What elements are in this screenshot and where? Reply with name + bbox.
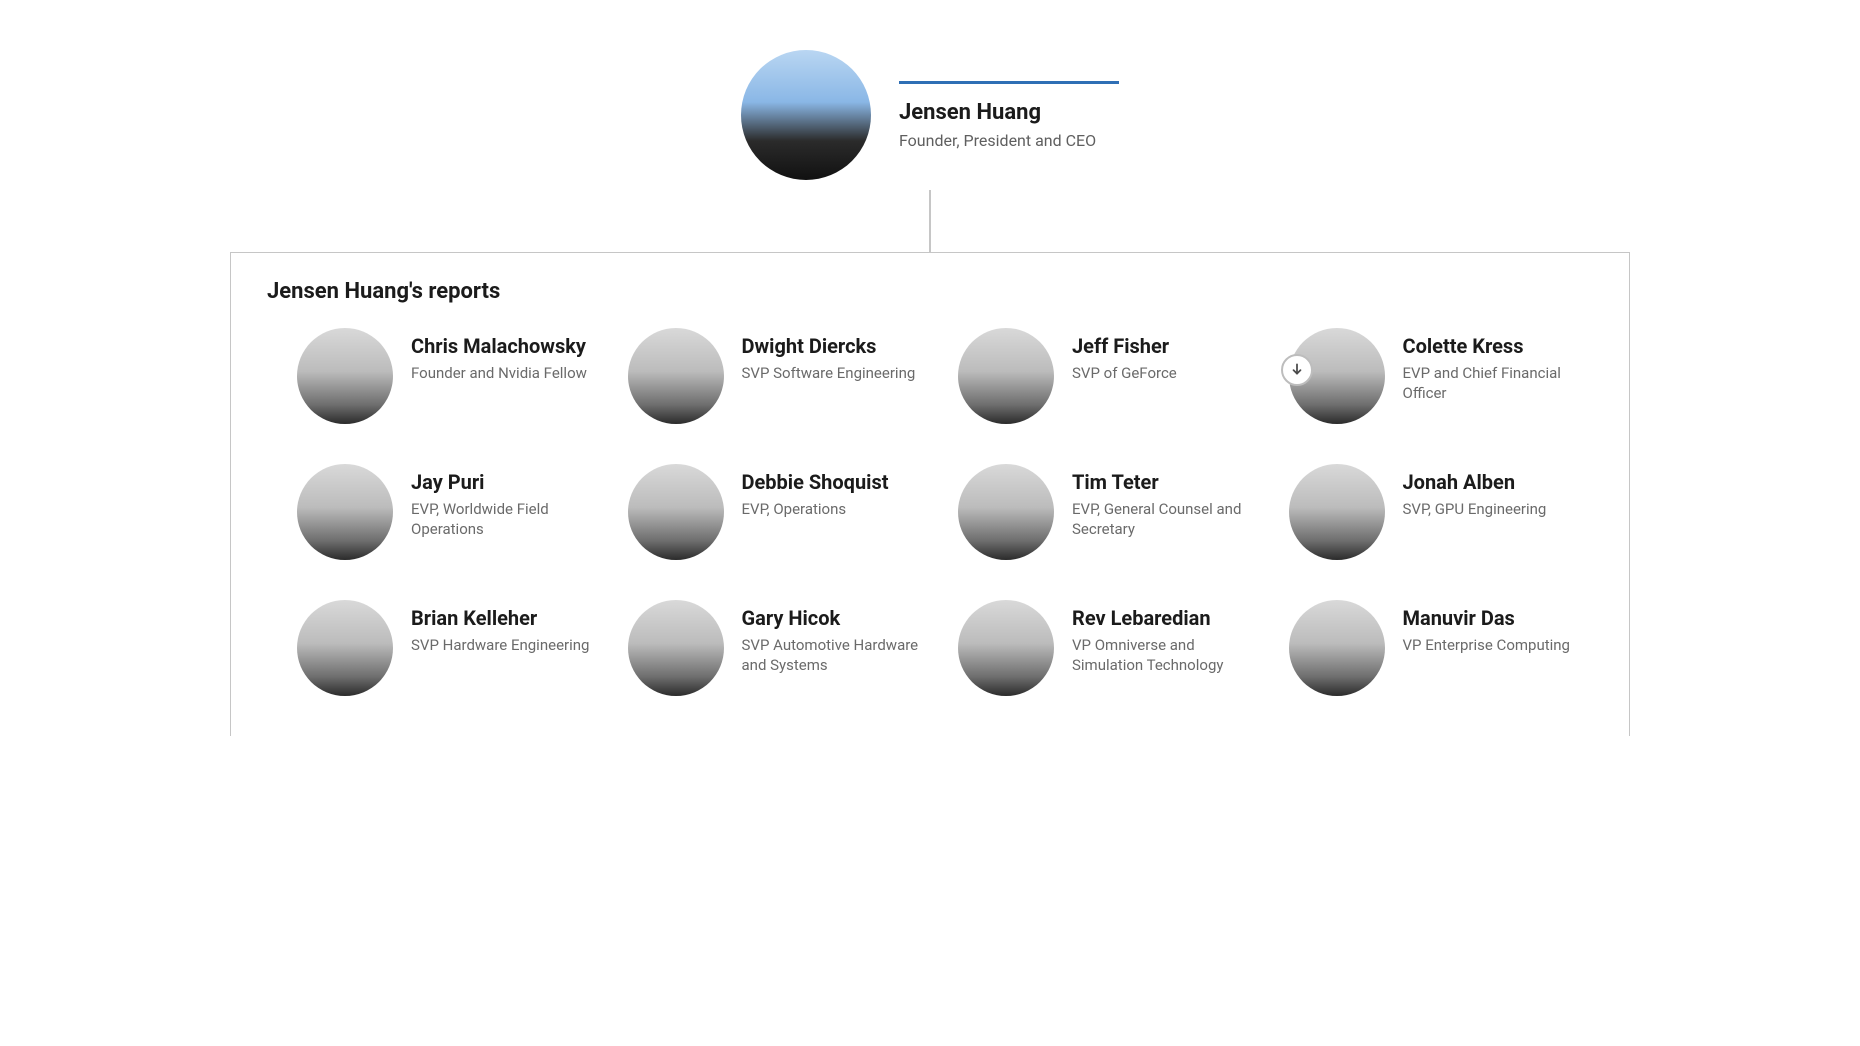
report-name: Rev Lebaredian — [1072, 606, 1262, 631]
report-name: Tim Teter — [1072, 470, 1262, 495]
avatar — [297, 600, 393, 696]
reports-heading: Jensen Huang's reports — [267, 279, 1593, 304]
avatar — [958, 328, 1054, 424]
report-info: Chris Malachowsky Founder and Nvidia Fel… — [411, 328, 587, 383]
avatar — [958, 600, 1054, 696]
report-title: SVP Hardware Engineering — [411, 635, 589, 655]
report-card[interactable]: Rev Lebaredian VP Omniverse and Simulati… — [958, 600, 1263, 696]
report-card[interactable]: Tim Teter EVP, General Counsel and Secre… — [958, 464, 1263, 560]
report-card[interactable]: Dwight Diercks SVP Software Engineering — [628, 328, 933, 424]
avatar — [297, 328, 393, 424]
avatar — [1289, 600, 1385, 696]
report-card[interactable]: Colette Kress EVP and Chief Financial Of… — [1289, 328, 1594, 424]
report-info: Gary Hicok SVP Automotive Hardware and S… — [742, 600, 932, 676]
leader-info: Jensen Huang Founder, President and CEO — [899, 81, 1119, 150]
report-card[interactable]: Chris Malachowsky Founder and Nvidia Fel… — [297, 328, 602, 424]
report-card[interactable]: Jeff Fisher SVP of GeForce — [958, 328, 1263, 424]
reports-container: Jensen Huang's reports Chris Malachowsky… — [230, 252, 1630, 736]
report-name: Gary Hicok — [742, 606, 932, 631]
report-title: SVP Automotive Hardware and Systems — [742, 635, 932, 676]
report-info: Rev Lebaredian VP Omniverse and Simulati… — [1072, 600, 1262, 676]
report-info: Debbie Shoquist EVP, Operations — [742, 464, 889, 519]
report-card[interactable]: Jay Puri EVP, Worldwide Field Operations — [297, 464, 602, 560]
avatar — [958, 464, 1054, 560]
report-title: VP Omniverse and Simulation Technology — [1072, 635, 1262, 676]
leader-accent-rule — [899, 81, 1119, 84]
report-card[interactable]: Jonah Alben SVP, GPU Engineering — [1289, 464, 1594, 560]
report-info: Colette Kress EVP and Chief Financial Of… — [1403, 328, 1593, 404]
report-card[interactable]: Manuvir Das VP Enterprise Computing — [1289, 600, 1594, 696]
leader-name: Jensen Huang — [899, 100, 1119, 125]
report-card[interactable]: Brian Kelleher SVP Hardware Engineering — [297, 600, 602, 696]
report-name: Colette Kress — [1403, 334, 1593, 359]
report-title: Founder and Nvidia Fellow — [411, 363, 587, 383]
report-name: Brian Kelleher — [411, 606, 589, 631]
org-chart: Jensen Huang Founder, President and CEO … — [30, 40, 1830, 736]
report-title: SVP, GPU Engineering — [1403, 499, 1547, 519]
leader-card[interactable]: Jensen Huang Founder, President and CEO — [741, 50, 1119, 180]
report-card[interactable]: Gary Hicok SVP Automotive Hardware and S… — [628, 600, 933, 696]
leader-title: Founder, President and CEO — [899, 131, 1119, 150]
report-card[interactable]: Debbie Shoquist EVP, Operations — [628, 464, 933, 560]
avatar — [741, 50, 871, 180]
report-name: Manuvir Das — [1403, 606, 1570, 631]
report-title: VP Enterprise Computing — [1403, 635, 1570, 655]
report-info: Dwight Diercks SVP Software Engineering — [742, 328, 916, 383]
report-info: Manuvir Das VP Enterprise Computing — [1403, 600, 1570, 655]
report-title: EVP, Operations — [742, 499, 889, 519]
report-title: EVP and Chief Financial Officer — [1403, 363, 1593, 404]
report-title: EVP, Worldwide Field Operations — [411, 499, 601, 540]
avatar — [297, 464, 393, 560]
report-name: Jay Puri — [411, 470, 601, 495]
avatar — [1289, 464, 1385, 560]
avatar — [628, 600, 724, 696]
report-name: Debbie Shoquist — [742, 470, 889, 495]
report-info: Tim Teter EVP, General Counsel and Secre… — [1072, 464, 1262, 540]
org-connector — [929, 190, 931, 252]
arrow-down-icon — [1290, 361, 1304, 380]
report-name: Dwight Diercks — [742, 334, 916, 359]
reports-grid: Chris Malachowsky Founder and Nvidia Fel… — [267, 328, 1593, 696]
report-info: Jonah Alben SVP, GPU Engineering — [1403, 464, 1547, 519]
avatar — [628, 464, 724, 560]
report-title: SVP Software Engineering — [742, 363, 916, 383]
report-name: Jeff Fisher — [1072, 334, 1177, 359]
expand-badge[interactable] — [1281, 354, 1313, 386]
report-title: EVP, General Counsel and Secretary — [1072, 499, 1262, 540]
report-name: Chris Malachowsky — [411, 334, 587, 359]
report-info: Jeff Fisher SVP of GeForce — [1072, 328, 1177, 383]
report-info: Brian Kelleher SVP Hardware Engineering — [411, 600, 589, 655]
report-title: SVP of GeForce — [1072, 363, 1177, 383]
avatar — [628, 328, 724, 424]
report-name: Jonah Alben — [1403, 470, 1547, 495]
report-info: Jay Puri EVP, Worldwide Field Operations — [411, 464, 601, 540]
